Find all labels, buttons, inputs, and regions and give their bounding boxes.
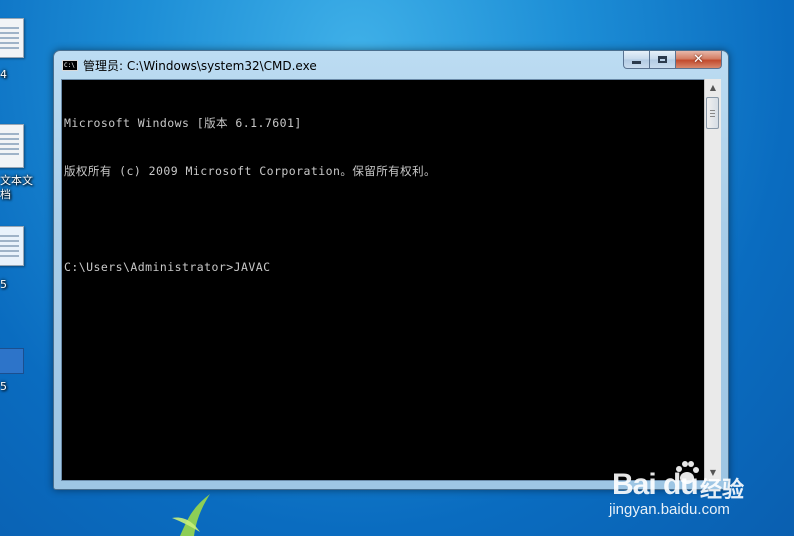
desktop-icon-3[interactable]: 5 [0,226,34,296]
close-icon: ✕ [693,52,704,67]
desktop-icon-label-text: 文本文 档 [0,174,33,201]
document-icon [0,226,24,266]
scroll-up-button[interactable]: ▲ [705,79,721,96]
watermark-url: jingyan.baidu.com [609,501,730,518]
console-line: Microsoft Windows [版本 6.1.7601] [64,116,302,130]
command-line[interactable]: C:\Users\Administrator>JAVAC [64,259,688,275]
console-icon[interactable]: C:\ [62,60,78,71]
grass-decoration [172,494,210,536]
console-text: Microsoft Windows [版本 6.1.7601] 版权所有 (c)… [64,83,688,307]
text-document-icon [0,124,24,168]
window-controls: ✕ [623,51,722,70]
desktop-icon-label: 文本文 档 [0,174,33,202]
desktop-icon-label: 5 [0,278,7,291]
title-bar[interactable]: C:\ 管理员: C:\Windows\system32\CMD.exe ✕ [54,51,728,79]
console-line: 版权所有 (c) 2009 Microsoft Corporation。保留所有… [64,164,436,178]
close-button[interactable]: ✕ [676,51,722,69]
console-output[interactable]: Microsoft Windows [版本 6.1.7601] 版权所有 (c)… [61,79,709,481]
desktop-icon-label: 5 [0,380,7,393]
scrollbar-thumb[interactable] [706,97,719,129]
window-title: 管理员: C:\Windows\system32\CMD.exe [83,59,317,73]
cmd-window[interactable]: C:\ 管理员: C:\Windows\system32\CMD.exe ✕ M… [53,50,729,490]
baidu-jingyan-text: 经验 [700,478,745,503]
baidu-paw-icon [676,461,699,484]
arrow-up-icon: ▲ [709,83,717,92]
document-icon [0,18,24,58]
desktop-icon-2[interactable]: 文本文 档 [0,124,34,208]
minimize-button[interactable] [623,51,650,69]
grip-icon [710,110,715,111]
desktop-icon-label: 4 [0,68,7,81]
desktop-icon-4[interactable]: 5 [0,348,34,398]
maximize-button[interactable] [650,51,676,69]
desktop-icon-1[interactable]: 4 [0,18,34,88]
minimize-icon [632,61,641,64]
maximize-icon [658,56,667,63]
vertical-scrollbar[interactable]: ▲ ▼ [704,79,721,481]
application-icon [0,348,24,374]
